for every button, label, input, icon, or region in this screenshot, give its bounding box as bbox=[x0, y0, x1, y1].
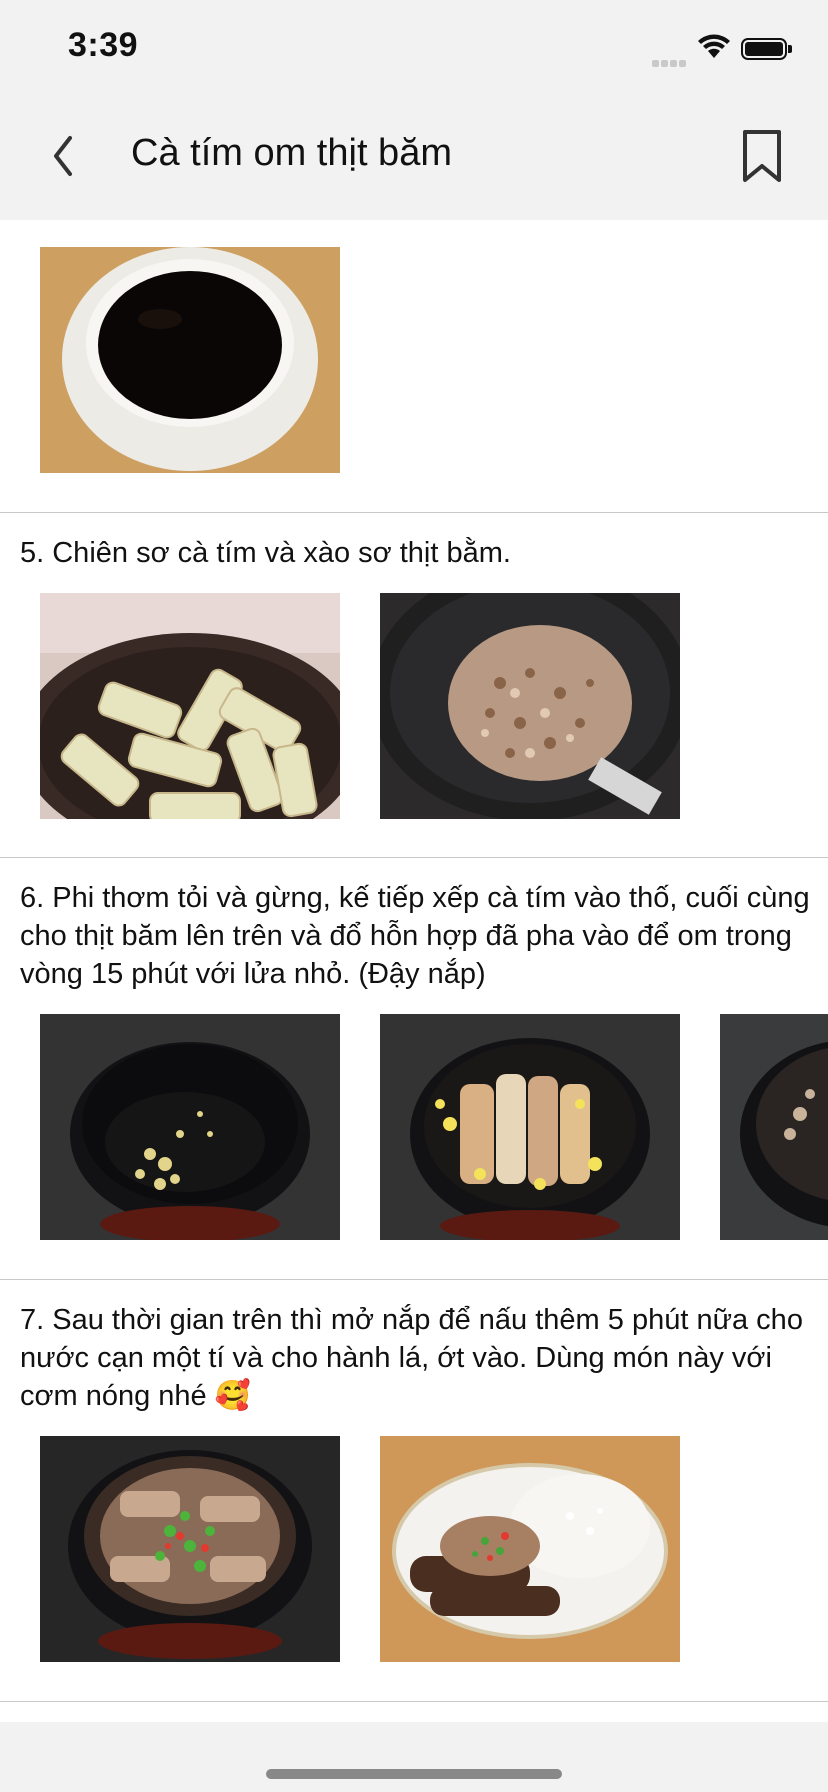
step-photo-sauce-bowl[interactable] bbox=[40, 247, 340, 473]
navigation-bar: Cà tím om thịt băm bbox=[0, 100, 828, 220]
step-photo-pot-partial[interactable] bbox=[720, 1014, 828, 1240]
step-photo-garlic-ginger-pot[interactable] bbox=[40, 1014, 340, 1240]
step-photo-fried-eggplant[interactable] bbox=[40, 593, 340, 819]
home-indicator[interactable] bbox=[266, 1769, 562, 1779]
divider bbox=[0, 1701, 828, 1702]
step-photo-finished-pot[interactable] bbox=[40, 1436, 340, 1662]
back-button[interactable] bbox=[40, 122, 90, 190]
battery-icon bbox=[741, 38, 792, 60]
step-item: 5. Chiên sơ cà tím và xào sơ thịt bằm. bbox=[0, 513, 828, 858]
status-bar: 3:39 bbox=[0, 0, 828, 100]
home-indicator-area bbox=[0, 1722, 828, 1792]
step-item: 6. Phi thơm tỏi và gừng, kế tiếp xếp cà … bbox=[0, 858, 828, 1280]
bookmark-button[interactable] bbox=[735, 126, 789, 188]
wifi-icon bbox=[697, 34, 731, 65]
chevron-left-icon bbox=[54, 136, 72, 176]
steps-list[interactable]: 5. Chiên sơ cà tím và xào sơ thịt bằm. 6… bbox=[0, 220, 828, 1720]
status-time: 3:39 bbox=[68, 26, 139, 64]
step-photo-eggplant-in-pot[interactable] bbox=[380, 1014, 680, 1240]
step-text: 5. Chiên sơ cà tím và xào sơ thịt bằm. bbox=[20, 537, 511, 569]
step-photo-plated-with-rice[interactable] bbox=[380, 1436, 680, 1662]
step-text: 7. Sau thời gian trên thì mở nắp để nấu … bbox=[20, 1304, 803, 1412]
step-item: 7. Sau thời gian trên thì mở nắp để nấu … bbox=[0, 1280, 828, 1702]
step-text: 6. Phi thơm tỏi và gừng, kế tiếp xếp cà … bbox=[20, 882, 810, 990]
bookmark-icon bbox=[743, 130, 781, 182]
page-title: Cà tím om thịt băm bbox=[131, 132, 452, 174]
cellular-signal-icon bbox=[652, 54, 692, 67]
step-photo-stir-fried-pork[interactable] bbox=[380, 593, 680, 819]
step-item bbox=[0, 220, 828, 513]
